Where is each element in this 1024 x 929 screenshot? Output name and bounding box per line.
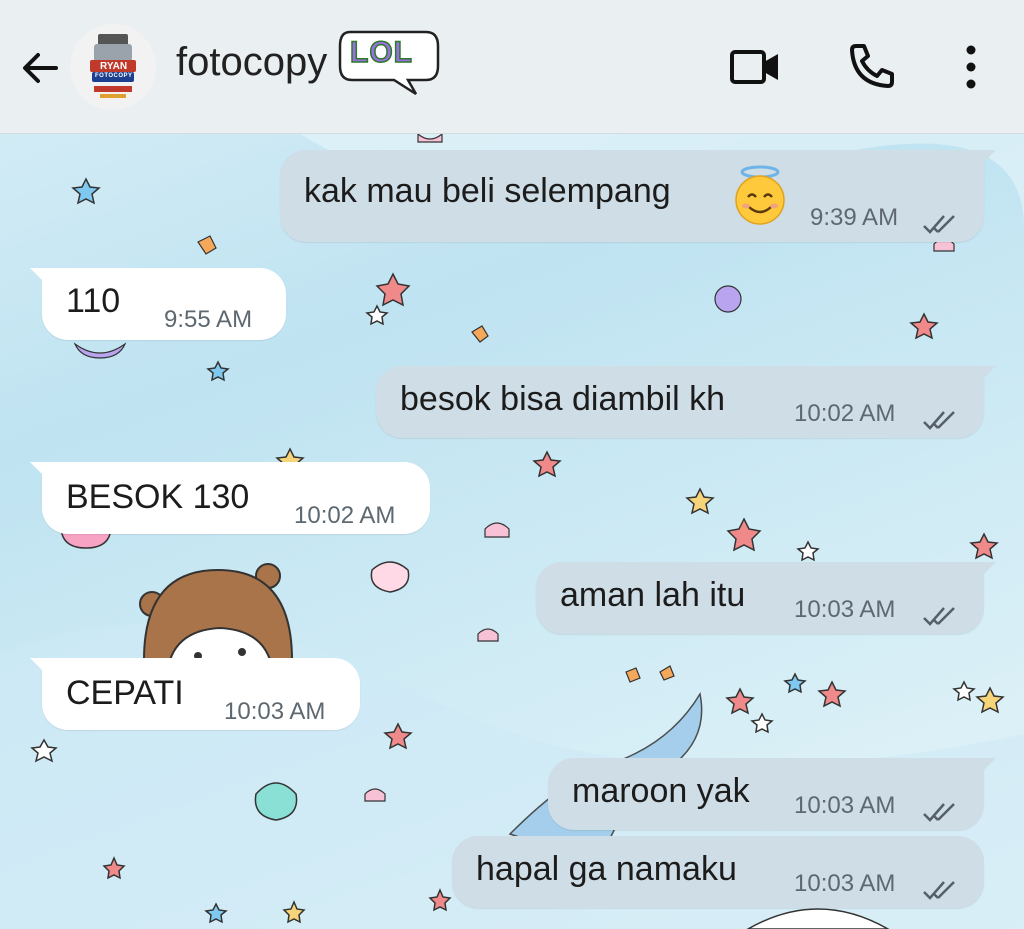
message-bubble-incoming[interactable]: BESOK 130 10:02 AM	[30, 462, 430, 534]
message-time: 10:03 AM	[794, 792, 896, 819]
message-time: 10:02 AM	[294, 502, 396, 529]
contact-name[interactable]: fotocopy	[176, 40, 327, 85]
read-receipt-icon	[922, 794, 962, 822]
bubble-tail	[30, 658, 48, 676]
chat-header: RYAN FOTOCOPY fotocopy LOL	[0, 0, 1024, 134]
message-bubble-outgoing[interactable]: kak mau beli selempang 9:39 AM	[280, 150, 996, 242]
message-text: CEPATI	[66, 674, 184, 712]
message-text: kak mau beli selempang	[304, 172, 671, 210]
bubble-tail	[30, 268, 48, 286]
voice-call-icon[interactable]	[846, 40, 898, 97]
message-text: maroon yak	[572, 772, 750, 810]
read-receipt-icon	[922, 598, 962, 626]
lol-sticker-text: LOL	[349, 35, 413, 70]
lol-sticker: LOL	[336, 26, 442, 98]
message-bubble-outgoing[interactable]: aman lah itu 10:03 AM	[536, 562, 996, 634]
message-bubble-outgoing[interactable]: hapal ga namaku 10:03 AM	[452, 836, 984, 908]
message-text: BESOK 130	[66, 478, 250, 516]
video-call-icon[interactable]	[728, 40, 782, 99]
message-time: 10:03 AM	[794, 870, 896, 897]
bubble-tail	[978, 562, 996, 580]
bear-doodle	[139, 563, 294, 661]
message-time: 10:03 AM	[224, 698, 326, 725]
bubble-tail	[978, 150, 996, 168]
message-text: hapal ga namaku	[476, 850, 737, 888]
read-receipt-icon	[922, 402, 962, 430]
message-bubble-outgoing[interactable]: maroon yak 10:03 AM	[548, 758, 996, 830]
bubble-tail	[30, 462, 48, 480]
read-receipt-icon	[922, 872, 962, 900]
message-time: 9:39 AM	[810, 204, 899, 231]
contact-avatar[interactable]: RYAN FOTOCOPY	[70, 24, 156, 110]
smiling-face-with-halo-icon	[732, 164, 788, 226]
back-arrow-icon[interactable]	[18, 46, 62, 90]
message-text: aman lah itu	[560, 576, 746, 614]
message-bubble-incoming[interactable]: 110 9:55 AM	[30, 268, 286, 340]
message-time: 9:55 AM	[164, 306, 253, 333]
more-options-icon[interactable]	[954, 40, 988, 99]
read-receipt-icon	[922, 206, 962, 234]
message-time: 10:03 AM	[794, 596, 896, 623]
message-time: 10:02 AM	[794, 400, 896, 427]
message-text: 110	[66, 282, 121, 320]
message-bubble-incoming[interactable]: CEPATI 10:03 AM	[30, 658, 360, 730]
avatar-logo-text-1: RYAN	[100, 61, 128, 72]
message-text: besok bisa diambil kh	[400, 380, 726, 418]
bubble-tail	[978, 758, 996, 776]
bubble-tail	[978, 366, 996, 384]
avatar-logo-text-2: FOTOCOPY	[95, 73, 133, 79]
message-bubble-outgoing[interactable]: besok bisa diambil kh 10:02 AM	[376, 366, 996, 438]
